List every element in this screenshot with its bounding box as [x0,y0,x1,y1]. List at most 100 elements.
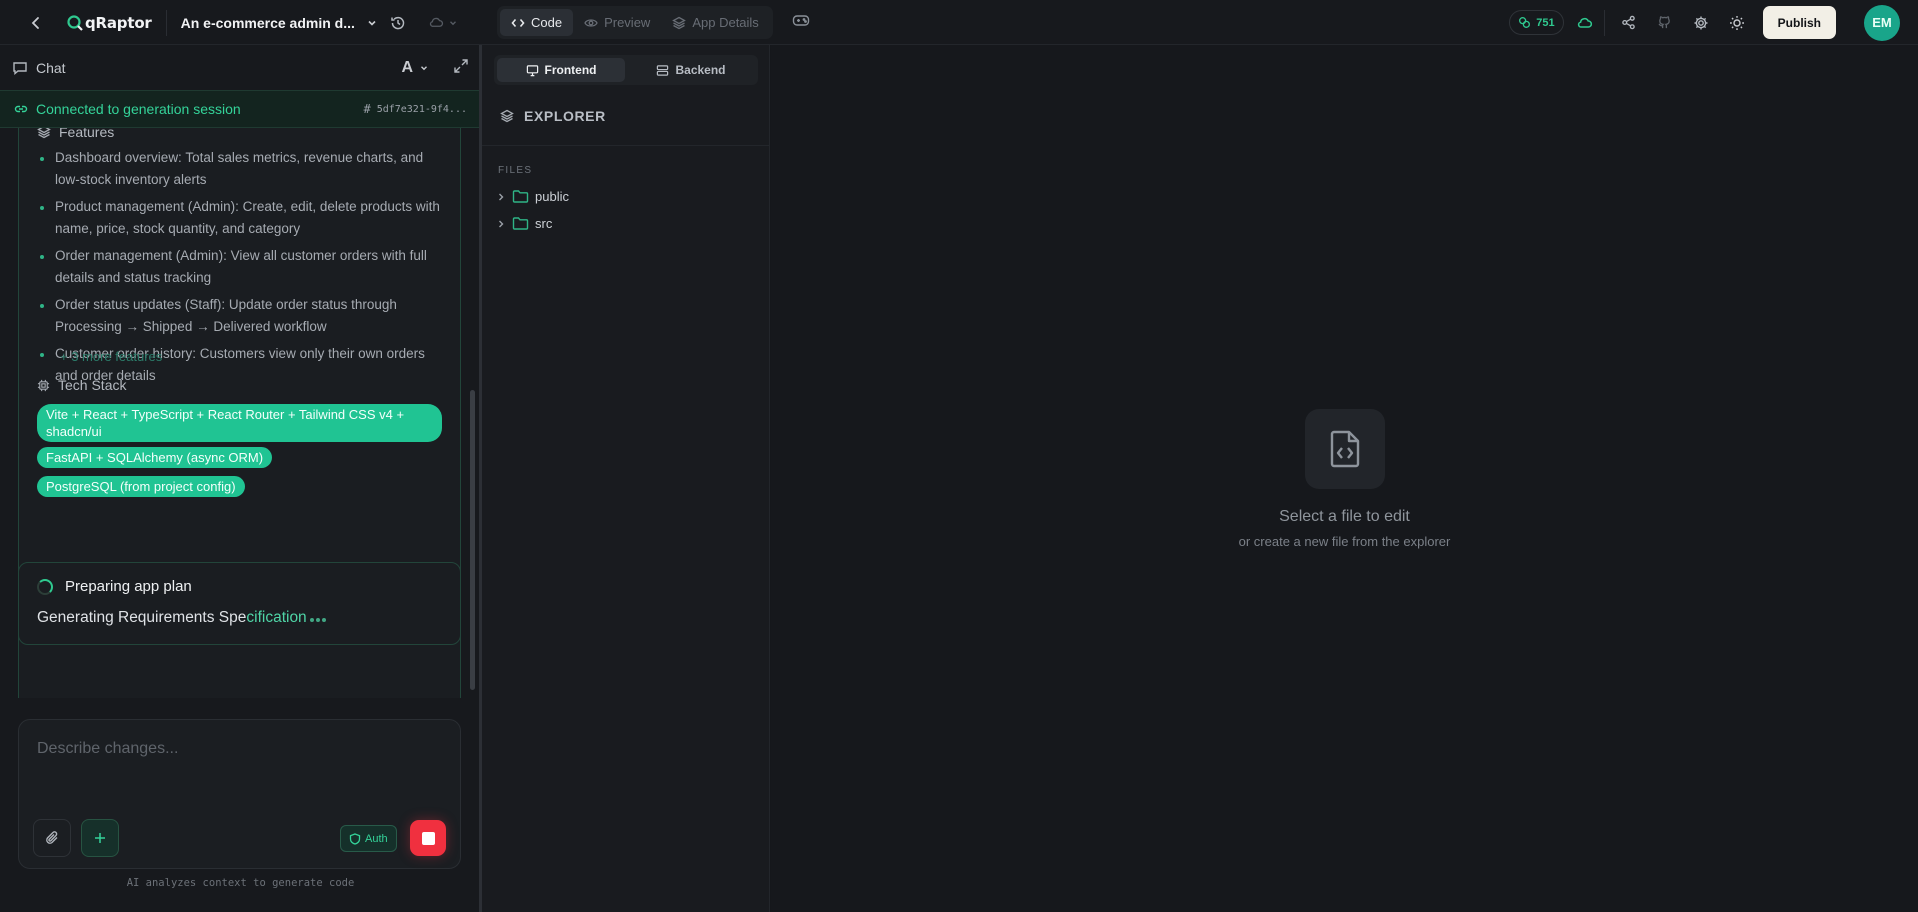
history-icon[interactable] [385,10,411,36]
chevron-down-icon [421,65,427,70]
divider [1603,9,1605,36]
tab-preview[interactable]: Preview [573,9,661,36]
auth-label: Auth [365,832,388,845]
stop-generation-button[interactable] [410,820,446,856]
monitor-icon [526,64,538,76]
user-avatar[interactable]: EM [1864,4,1900,41]
back-arrow-icon[interactable] [22,9,50,37]
chat-panel: Chat A Connected to generation session #… [0,45,481,912]
more-features-link[interactable]: + 3 more features [60,349,162,364]
font-size-dropdown[interactable]: A [401,59,429,77]
empty-state-subtitle: or create a new file from the explorer [1238,534,1451,549]
loading-spinner-icon [37,578,53,595]
tab-app-details[interactable]: App Details [661,9,769,36]
progress-title: Preparing app plan [37,578,192,595]
chat-scrollbar[interactable] [470,390,475,690]
cloud-icon [429,17,443,27]
tab-backend[interactable]: Backend [627,58,755,82]
cpu-icon [37,379,50,391]
feature-item: Order status updates (Staff): Update ord… [37,294,442,338]
composer-hint: AI analyzes context to generate code [126,877,355,889]
session-id-value: 5df7e321-9f4... [376,103,467,115]
file-explorer: Frontend Backend EXPLORER FILES public s… [482,45,770,912]
message-composer[interactable]: Describe changes... Auth [18,719,461,869]
add-button[interactable] [81,819,119,857]
layers-icon [500,109,514,123]
link-icon [14,105,28,113]
folder-public[interactable]: public [496,189,569,204]
tab-frontend[interactable]: Frontend [497,58,625,82]
expand-icon[interactable] [453,58,469,77]
sun-icon[interactable] [1724,10,1750,36]
divider [482,145,769,146]
progress-card: Preparing app plan Generating Requiremen… [18,562,461,645]
gamepad-icon[interactable] [791,10,811,33]
explorer-heading: EXPLORER [500,108,606,124]
tech-tag: Vite + React + TypeScript + React Router… [37,404,442,442]
connection-status-text: Connected to generation session [36,101,241,117]
shield-icon [349,832,361,845]
font-size-label: A [401,58,413,76]
chat-header: Chat A [0,45,481,90]
gear-icon[interactable] [1688,10,1714,36]
tab-backend-label: Backend [675,63,726,77]
folder-icon [512,217,529,230]
tech-tag: FastAPI + SQLAlchemy (async ORM) [37,447,273,468]
publish-button[interactable]: Publish [1762,6,1836,39]
tab-code[interactable]: Code [500,9,574,36]
files-section-label: FILES [498,165,533,176]
code-icon [511,18,525,27]
github-icon[interactable] [1652,10,1678,36]
chevron-right-icon [499,193,504,200]
raptor-logo-icon [67,14,83,31]
progress-status-highlight: cification [246,609,307,626]
tab-preview-label: Preview [604,15,651,30]
layers-icon [672,16,687,29]
empty-state-title: Select a file to edit [1279,508,1410,525]
auth-button[interactable]: Auth [340,825,397,852]
features-heading-label: Features [59,128,115,140]
folder-src[interactable]: src [496,216,552,231]
paperclip-icon[interactable] [33,819,71,857]
tech-tag: PostgreSQL (from project config) [37,476,245,497]
folder-name: public [535,189,569,204]
message-input[interactable]: Describe changes... [37,740,178,758]
file-code-icon [1305,409,1385,489]
app-logo[interactable]: qRaptor [66,14,152,32]
plus-icon [95,833,105,843]
share-icon[interactable] [1616,10,1642,36]
credits-badge[interactable]: 751 [1509,10,1564,35]
chevron-down-icon [449,20,456,25]
chevron-down-icon[interactable] [359,10,385,36]
typing-dots-icon [309,618,326,622]
layers-icon [37,128,51,139]
chat-title: Chat [36,59,66,76]
credits-count: 751 [1536,16,1555,29]
tab-frontend-label: Frontend [544,63,597,77]
progress-status: Generating Requirements Specification [37,609,326,627]
chat-bubble-icon [13,61,27,75]
features-heading: Features [37,128,114,140]
code-editor-area: Select a file to edit or create a new fi… [771,45,1918,912]
project-title[interactable]: An e-commerce admin d... [181,15,355,31]
cloud-status-icon[interactable] [1572,10,1598,36]
tech-stack-heading-label: Tech Stack [58,377,127,393]
progress-title-label: Preparing app plan [65,578,192,595]
feature-item: Order management (Admin): View all custo… [37,245,442,289]
cloud-sync-dropdown[interactable] [429,15,458,30]
folder-icon [512,190,529,203]
hash-icon: # [363,102,371,116]
server-icon [657,64,669,76]
feature-item: Product management (Admin): Create, edit… [37,196,442,240]
chevron-right-icon [499,220,504,227]
session-id: # 5df7e321-9f4... [363,102,467,116]
eye-icon [584,18,598,27]
tech-stack-heading: Tech Stack [37,377,126,393]
progress-status-text: Generating Requirements Spe [37,609,247,626]
top-bar: qRaptor An e-commerce admin d... Code Pr… [0,0,1918,45]
explorer-title: EXPLORER [524,108,606,124]
divider [165,9,167,36]
frontend-backend-toggle: Frontend Backend [494,55,758,85]
view-mode-tabs: Code Preview App Details [497,6,773,39]
connection-status-bar: Connected to generation session # 5df7e3… [0,90,481,128]
